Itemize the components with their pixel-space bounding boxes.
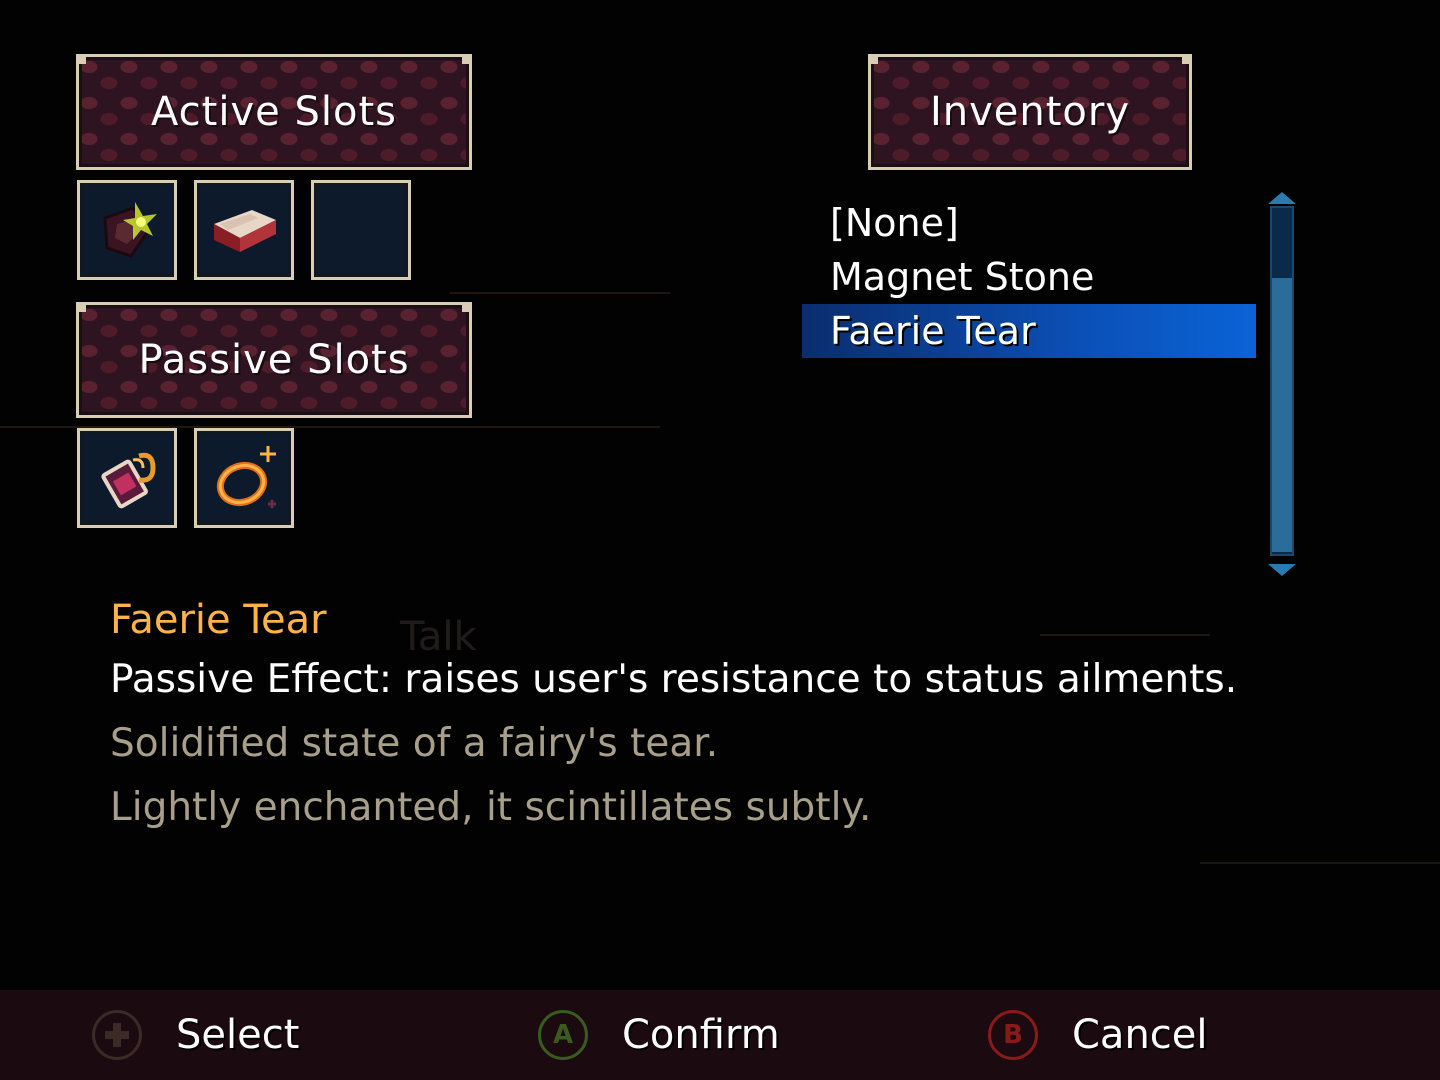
bg-floor-line-right <box>1200 862 1440 864</box>
header-corner <box>76 302 86 312</box>
active-slot-1[interactable] <box>77 180 177 280</box>
inventory-item-faerie-tear[interactable]: Faerie Tear <box>802 304 1256 358</box>
confirm-label: Confirm <box>622 1012 780 1058</box>
passive-slot-2[interactable] <box>194 428 294 528</box>
bg-ledge-line <box>450 292 670 294</box>
item-description: Faerie Tear Passive Effect: raises user'… <box>110 592 1310 840</box>
scroll-up-arrow-icon[interactable] <box>1268 192 1296 204</box>
passive-slots-header: Passive Slots <box>76 302 472 418</box>
passive-slots-title: Passive Slots <box>138 337 410 383</box>
b-button-icon: B <box>988 1010 1038 1060</box>
hint-cancel: B Cancel <box>988 990 1208 1080</box>
faerie-tear-ring-icon <box>216 446 276 508</box>
item-name: Faerie Tear <box>110 597 327 643</box>
header-corner <box>1182 54 1192 64</box>
scroll-thumb[interactable] <box>1272 278 1292 552</box>
hint-select: Select <box>92 990 299 1080</box>
scroll-card-icon <box>214 210 276 252</box>
inventory-item-none[interactable]: [None] <box>802 196 1256 250</box>
inventory-title: Inventory <box>929 89 1131 135</box>
item-effect: Passive Effect: raises user's resistance… <box>110 657 1238 702</box>
item-flavor-line-1: Solidified state of a fairy's tear. <box>110 721 719 766</box>
button-hints-bar: Select A Confirm B Cancel <box>0 990 1440 1080</box>
magnet-stone-icon <box>101 452 156 509</box>
scroll-down-arrow-icon[interactable] <box>1268 564 1296 576</box>
select-label: Select <box>176 1012 300 1058</box>
active-slots-title: Active Slots <box>151 89 397 135</box>
header-corner <box>76 54 86 64</box>
a-button-icon: A <box>538 1010 588 1060</box>
inventory-header: Inventory <box>868 54 1192 170</box>
inventory-list: [None] Magnet Stone Faerie Tear <box>802 196 1256 358</box>
header-corner <box>868 54 878 64</box>
passive-slot-1[interactable] <box>77 428 177 528</box>
item-flavor-line-2: Lightly enchanted, it scintillates subtl… <box>110 785 872 830</box>
cancel-label: Cancel <box>1072 1012 1208 1058</box>
active-slots-header: Active Slots <box>76 54 472 170</box>
header-corner <box>462 302 472 312</box>
inventory-item-magnet-stone[interactable]: Magnet Stone <box>802 250 1256 304</box>
explosive-charm-icon <box>103 202 157 258</box>
active-slot-3-empty[interactable] <box>311 180 411 280</box>
hint-confirm: A Confirm <box>538 990 780 1080</box>
inventory-scrollbar[interactable] <box>1268 192 1296 576</box>
header-corner <box>462 54 472 64</box>
active-slot-2[interactable] <box>194 180 294 280</box>
dpad-icon <box>92 1010 142 1060</box>
